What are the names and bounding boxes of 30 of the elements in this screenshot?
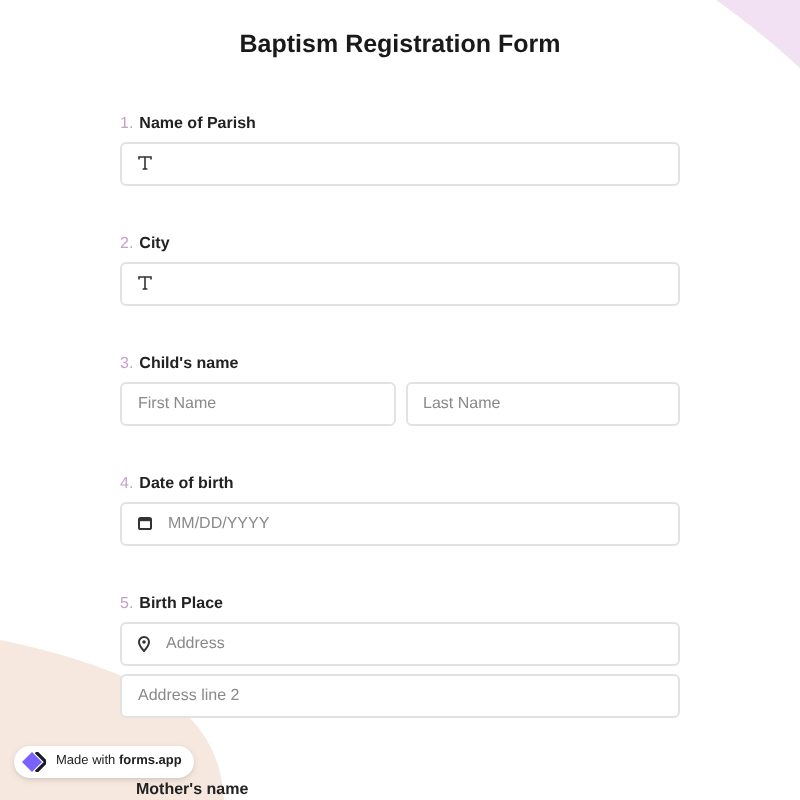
text-icon <box>138 276 152 291</box>
date-field[interactable]: MM/DD/YYYY <box>120 501 680 546</box>
calendar-icon <box>138 516 152 531</box>
form-title: Baptism Registration Form <box>239 28 561 62</box>
question-number: 4. <box>120 473 134 494</box>
question-label: Mother's name <box>136 781 249 798</box>
address-field[interactable]: Address line 2 <box>120 673 680 718</box>
question-label: Date of birth <box>139 473 234 494</box>
question-number: 3. <box>120 353 134 374</box>
question-number: 5. <box>120 593 134 614</box>
question-number: 1. <box>120 113 134 134</box>
address-field[interactable]: Address <box>120 621 680 666</box>
name-field[interactable]: Last Name <box>405 381 680 426</box>
text-field[interactable] <box>120 141 680 186</box>
question-label: Child's name <box>139 353 239 374</box>
text-icon <box>138 156 152 171</box>
question-number: 2. <box>120 233 134 254</box>
placeholder-text: Address line 2 <box>138 683 240 708</box>
question-label: Birth Place <box>139 593 223 614</box>
placeholder-text: Address <box>166 631 225 656</box>
logo-icon <box>22 752 46 772</box>
placeholder-text: MM/DD/YYYY <box>168 511 270 536</box>
question-label: City <box>139 233 170 254</box>
name-field[interactable]: First Name <box>120 381 395 426</box>
location-pin-icon <box>138 635 150 652</box>
placeholder-text: First Name <box>138 391 217 416</box>
question-label: Name of Parish <box>139 113 256 134</box>
corner-decoration <box>716 0 800 68</box>
placeholder-text: Last Name <box>423 391 501 416</box>
text-field[interactable] <box>120 261 680 306</box>
